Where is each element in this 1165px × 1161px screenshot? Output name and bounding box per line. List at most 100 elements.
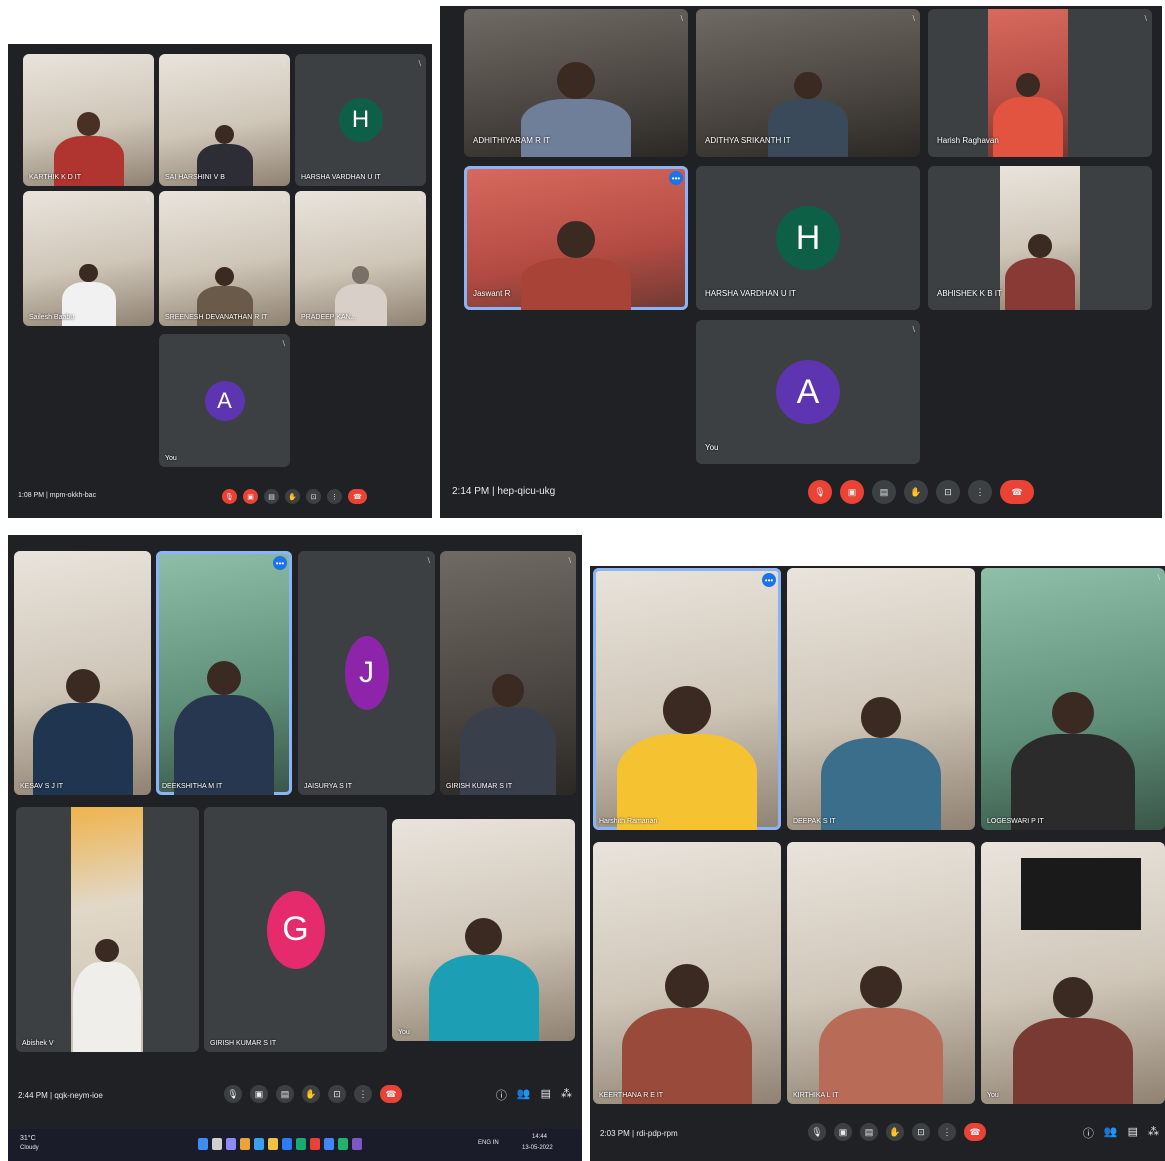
app-icon[interactable] [254, 1138, 264, 1150]
clock-date: 13-05-2022 [522, 1145, 553, 1151]
participant-tile[interactable]: ⧵ ADITHYA SRIKANTH IT [696, 9, 920, 157]
participant-tile[interactable]: ⧵ ADHITHIYARAM R IT [464, 9, 688, 157]
weather-desc: Cloudy [20, 1145, 39, 1151]
camera-button[interactable]: ▣ [250, 1085, 268, 1103]
mic-muted-icon: ⧵ [967, 847, 970, 856]
mic-muted-icon: ⧵ [912, 325, 915, 334]
present-button[interactable]: ⊡ [936, 480, 960, 504]
mic-button[interactable]: 🎙 [224, 1085, 242, 1103]
more-options-icon[interactable]: ••• [762, 573, 776, 587]
camera-off-button[interactable]: ▣ [243, 489, 258, 504]
raise-hand-button[interactable]: ✋ [886, 1123, 904, 1141]
call-controls: 🎙 ▣ ▤ ✋ ⊡ ⋮ ☎ [222, 489, 367, 504]
participant-tile-self[interactable]: You [392, 819, 575, 1041]
info-icon[interactable]: ⓘ [496, 1087, 507, 1103]
participant-name: LOGESWARI P IT [987, 818, 1044, 825]
meet-window-3: KESAV S J IT ••• DEEKSHITHA M IT J ⧵ JAI… [8, 535, 582, 1161]
participant-tile[interactable]: KARTHIK K D IT [23, 54, 154, 186]
participant-name: You [987, 1092, 999, 1099]
participant-tile[interactable]: KESAV S J IT [14, 551, 151, 795]
end-call-button[interactable]: ☎ [964, 1123, 986, 1141]
mic-muted-icon: ⧵ [146, 196, 149, 205]
captions-button[interactable]: ▤ [276, 1085, 294, 1103]
captions-button[interactable]: ▤ [264, 489, 279, 504]
participant-tile[interactable]: G GIRISH KUMAR S IT [204, 807, 387, 1052]
info-icon[interactable]: ⓘ [1083, 1125, 1094, 1141]
more-options-button[interactable]: ⋮ [327, 489, 342, 504]
participant-name: PRADEEP KAN... [301, 314, 357, 321]
participant-tile[interactable]: ⧵ GIRISH KUMAR S IT [440, 551, 576, 795]
participant-tile[interactable]: ⧵ SAI HARSHINI V B [159, 54, 290, 186]
participant-name: ADITHYA SRIKANTH IT [705, 136, 791, 145]
more-options-button[interactable]: ⋮ [938, 1123, 956, 1141]
meet-window-4: ••• Harshith Ramanan ⧵ DEEPAK S IT ⧵ LOG… [590, 566, 1165, 1161]
app-icon[interactable] [338, 1138, 348, 1150]
chrome-icon[interactable] [310, 1138, 320, 1150]
end-call-button[interactable]: ☎ [348, 489, 367, 504]
participant-tile[interactable]: ⧵ KIRTHIKA L IT [787, 842, 975, 1104]
people-icon[interactable]: 👥 [517, 1087, 531, 1103]
app-icon[interactable] [240, 1138, 250, 1150]
language-indicator[interactable]: ENG IN [478, 1140, 499, 1146]
more-options-icon[interactable]: ••• [669, 171, 683, 185]
camera-button[interactable]: ▣ [834, 1123, 852, 1141]
participant-tile[interactable]: ABHISHEK K B IT [928, 166, 1152, 310]
activities-icon[interactable]: ⁂ [1148, 1125, 1159, 1141]
participant-tile-self[interactable]: A ⧵ You [696, 320, 920, 464]
activities-icon[interactable]: ⁂ [561, 1087, 572, 1103]
meeting-time-code: 1:08 PM | mpm-okkh-bac [18, 492, 97, 499]
mic-muted-icon: ⧵ [282, 196, 285, 205]
call-controls: 🎙 ▣ ▤ ✋ ⊡ ⋮ ☎ [224, 1085, 402, 1103]
end-call-button[interactable]: ☎ [380, 1085, 402, 1103]
mic-button[interactable]: 🎙 [808, 1123, 826, 1141]
mic-off-button[interactable]: 🎙 [808, 480, 832, 504]
present-button[interactable]: ⊡ [912, 1123, 930, 1141]
app-icon[interactable] [296, 1138, 306, 1150]
more-options-button[interactable]: ⋮ [354, 1085, 372, 1103]
participant-tile[interactable]: H HARSHA VARDHAN U IT [696, 166, 920, 310]
participant-video [428, 917, 539, 1041]
participant-name: KARTHIK K D IT [29, 174, 81, 181]
people-icon[interactable]: 👥 [1104, 1125, 1118, 1141]
participant-video [71, 807, 143, 1052]
present-button[interactable]: ⊡ [306, 489, 321, 504]
participant-tile[interactable]: J ⧵ JAISURYA S IT [298, 551, 435, 795]
participant-tile[interactable]: ⧵ DEEPAK S IT [787, 568, 975, 830]
camera-off-button[interactable]: ▣ [840, 480, 864, 504]
participant-tile[interactable]: ⧵ Harish Raghavan [928, 9, 1152, 157]
participant-tile[interactable]: ⧵ KEERTHANA R E IT [593, 842, 781, 1104]
start-icon[interactable] [198, 1138, 208, 1150]
participant-tile-active[interactable]: ••• Harshith Ramanan [593, 568, 781, 830]
participant-video [821, 697, 941, 830]
app-icon[interactable] [324, 1138, 334, 1150]
participant-tile[interactable]: ⧵ Sailesh Baabu [23, 191, 154, 326]
mic-off-button[interactable]: 🎙 [222, 489, 237, 504]
captions-button[interactable]: ▤ [860, 1123, 878, 1141]
mic-muted-icon: ⧵ [418, 196, 421, 205]
mic-muted-icon: ⧵ [912, 14, 915, 23]
participant-tile[interactable]: ⧵ SREENESH DEVANATHAN R IT [159, 191, 290, 326]
app-icon[interactable] [268, 1138, 278, 1150]
chat-icon[interactable]: ▤ [541, 1087, 551, 1103]
raise-hand-button[interactable]: ✋ [904, 480, 928, 504]
participant-tile[interactable]: Abishek V [16, 807, 199, 1052]
app-icon[interactable] [226, 1138, 236, 1150]
raise-hand-button[interactable]: ✋ [302, 1085, 320, 1103]
participant-tile-self[interactable]: You [981, 842, 1165, 1104]
end-call-button[interactable]: ☎ [1000, 480, 1034, 504]
more-options-icon[interactable]: ••• [273, 556, 287, 570]
captions-button[interactable]: ▤ [872, 480, 896, 504]
participant-tile-self[interactable]: A ⧵ You [159, 334, 290, 467]
participant-tile[interactable]: ⧵ PRADEEP KAN... [295, 191, 426, 326]
participant-tile-active[interactable]: ••• DEEKSHITHA M IT [156, 551, 292, 795]
present-button[interactable]: ⊡ [328, 1085, 346, 1103]
more-options-button[interactable]: ⋮ [968, 480, 992, 504]
chat-icon[interactable]: ▤ [1128, 1125, 1138, 1141]
participant-tile[interactable]: ⧵ LOGESWARI P IT [981, 568, 1165, 830]
participant-tile[interactable]: H ⧵ HARSHA VARDHAN U IT [295, 54, 426, 186]
raise-hand-button[interactable]: ✋ [285, 489, 300, 504]
participant-tile-active[interactable]: ••• Jaswant R [464, 166, 688, 310]
app-icon[interactable] [282, 1138, 292, 1150]
search-icon[interactable] [212, 1138, 222, 1150]
app-icon[interactable] [352, 1138, 362, 1150]
